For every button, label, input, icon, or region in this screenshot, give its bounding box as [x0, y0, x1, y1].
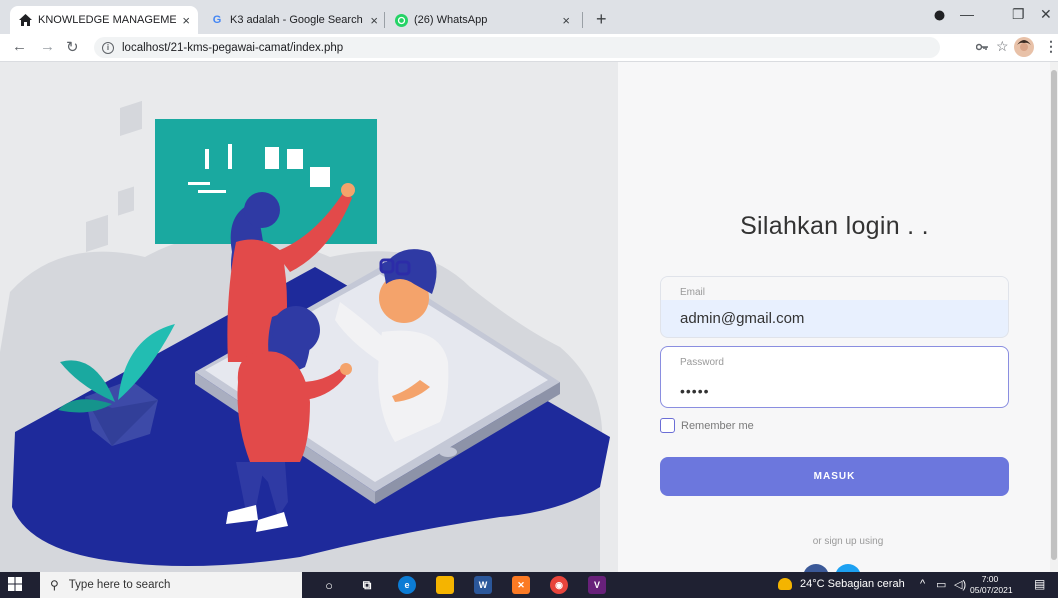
back-icon[interactable]: ←	[12, 38, 27, 55]
windows-taskbar: ⚲ Type here to search ○ ⧉ e W ✕ ◉ V 24°C…	[0, 572, 1058, 598]
tab-whatsapp[interactable]: (26) WhatsApp ×	[386, 6, 578, 34]
password-field[interactable]: Password •••••	[660, 346, 1009, 408]
tab-separator	[582, 12, 583, 28]
password-label: Password	[680, 357, 724, 368]
tab-close-icon[interactable]: ×	[370, 13, 378, 28]
profile-indicator-icon[interactable]	[934, 8, 945, 24]
restore-icon[interactable]: ❐	[1012, 6, 1025, 23]
word-icon[interactable]: W	[474, 576, 492, 594]
close-window-icon[interactable]: ✕	[1040, 6, 1052, 23]
home-icon	[18, 13, 32, 27]
new-tab-button[interactable]: +	[596, 9, 607, 30]
hero-illustration	[0, 62, 618, 572]
tab-separator	[384, 12, 385, 28]
tab-google-search[interactable]: G K3 adalah - Google Search ×	[202, 6, 386, 34]
volume-icon[interactable]: ◁)	[954, 578, 966, 591]
taskbar-search-placeholder: Type here to search	[68, 579, 171, 591]
remember-me-checkbox[interactable]	[660, 418, 675, 433]
scrollbar-thumb[interactable]	[1051, 70, 1057, 560]
key-icon[interactable]	[975, 40, 988, 55]
tab-close-icon[interactable]: ×	[562, 13, 570, 28]
login-page: Silahkan login . . Email admin@gmail.com…	[0, 62, 1058, 572]
tab-title: KNOWLEDGE MANAGEMENT SY	[38, 14, 177, 26]
network-icon[interactable]: ▭	[936, 578, 946, 591]
taskbar-search-input[interactable]: ⚲ Type here to search	[40, 572, 302, 598]
browser-toolbar: ← → ↻ i localhost/21-kms-pegawai-camat/i…	[0, 34, 1058, 62]
tab-knowledge-management[interactable]: KNOWLEDGE MANAGEMENT SY ×	[10, 6, 198, 34]
remember-me-label: Remember me	[681, 419, 754, 432]
cortana-icon[interactable]: ○	[320, 576, 338, 594]
weather-text: 24°C Sebagian cerah	[800, 578, 905, 590]
facebook-icon[interactable]	[803, 564, 829, 572]
chrome-icon[interactable]: ◉	[550, 576, 568, 594]
bookmark-star-icon[interactable]: ☆	[996, 38, 1009, 55]
google-icon: G	[212, 14, 222, 26]
email-input[interactable]: admin@gmail.com	[680, 310, 804, 327]
page-scrollbar[interactable]	[1050, 62, 1058, 572]
minimize-icon[interactable]: —	[960, 6, 974, 22]
address-bar[interactable]: i localhost/21-kms-pegawai-camat/index.p…	[94, 37, 940, 58]
forward-icon[interactable]: →	[40, 38, 55, 55]
email-field[interactable]: Email admin@gmail.com	[660, 276, 1009, 338]
search-icon: ⚲	[50, 578, 59, 592]
reload-icon[interactable]: ↻	[66, 38, 79, 56]
email-label-background	[661, 277, 1008, 300]
notification-icon[interactable]: ▤	[1034, 577, 1045, 591]
avatar[interactable]	[1014, 37, 1034, 60]
taskbar-clock[interactable]: 7:00 05/07/2021	[970, 574, 1013, 596]
tray-chevron-icon[interactable]: ^	[920, 578, 925, 590]
login-title: Silahkan login . .	[740, 212, 929, 240]
windows-start-icon[interactable]	[8, 577, 22, 594]
remember-me[interactable]: Remember me	[660, 418, 754, 433]
tab-title: K3 adalah - Google Search	[230, 14, 363, 26]
weather-icon	[778, 578, 792, 590]
tab-close-icon[interactable]: ×	[182, 13, 190, 28]
task-view-icon[interactable]: ⧉	[358, 576, 376, 594]
twitter-icon[interactable]	[835, 564, 861, 572]
menu-dots-icon[interactable]: ⋮	[1044, 38, 1058, 55]
tab-title: (26) WhatsApp	[414, 14, 488, 26]
whatsapp-icon	[394, 13, 408, 27]
visual-studio-icon[interactable]: V	[588, 576, 606, 594]
email-label: Email	[680, 287, 706, 298]
clock-date: 05/07/2021	[970, 585, 1013, 595]
file-explorer-icon[interactable]	[436, 576, 454, 594]
login-button[interactable]: MASUK	[660, 457, 1009, 496]
signup-text: or sign up using	[812, 536, 884, 547]
url-text: localhost/21-kms-pegawai-camat/index.php	[122, 41, 344, 54]
browser-tab-strip: KNOWLEDGE MANAGEMENT SY × G K3 adalah - …	[0, 0, 1058, 34]
clock-time: 7:00	[981, 574, 999, 584]
weather-widget[interactable]: 24°C Sebagian cerah	[778, 578, 905, 590]
xampp-icon[interactable]: ✕	[512, 576, 530, 594]
edge-icon[interactable]: e	[398, 576, 416, 594]
team-working-illustration	[0, 100, 610, 572]
password-input[interactable]: •••••	[680, 383, 710, 399]
site-info-icon[interactable]: i	[102, 41, 114, 54]
